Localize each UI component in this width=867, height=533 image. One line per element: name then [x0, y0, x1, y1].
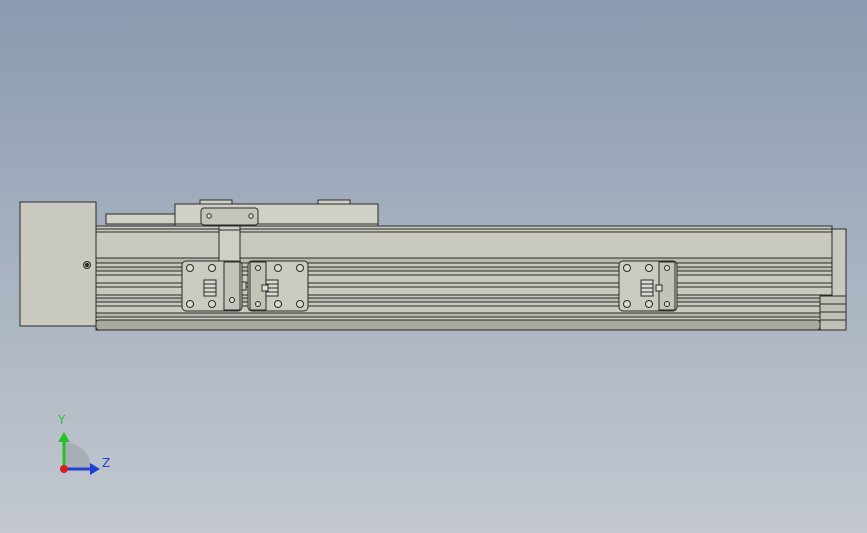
graphics-viewport[interactable]: Y Z — [0, 0, 867, 533]
x-axis-icon — [60, 465, 68, 473]
coordinate-triad — [58, 432, 100, 475]
y-axis-label: Y — [58, 413, 66, 427]
mount-block-center[interactable] — [247, 260, 309, 312]
cad-model-view[interactable] — [0, 0, 867, 533]
triad-plane-icon — [64, 442, 91, 469]
z-axis-label: Z — [102, 456, 111, 470]
motor-housing[interactable] — [19, 201, 97, 327]
carriage[interactable] — [105, 199, 379, 227]
mount-block-left[interactable] — [181, 260, 243, 312]
mount-block-right[interactable] — [618, 260, 678, 312]
